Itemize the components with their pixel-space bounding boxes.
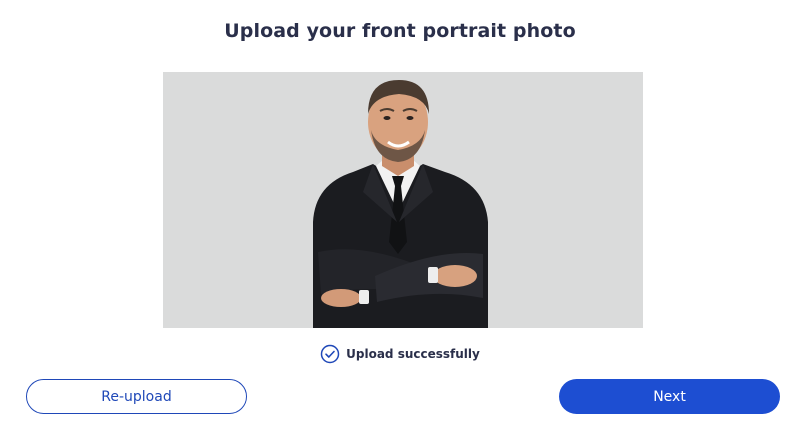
upload-status-text: Upload successfully (346, 347, 480, 361)
uploaded-photo-preview (163, 72, 643, 328)
next-button-label: Next (653, 388, 686, 405)
check-circle-icon (320, 344, 340, 364)
reupload-button[interactable]: Re-upload (26, 379, 247, 414)
reupload-button-label: Re-upload (101, 388, 172, 405)
next-button[interactable]: Next (559, 379, 780, 414)
upload-portrait-screen: Upload your front portrait photo Upload … (0, 0, 800, 434)
page-title: Upload your front portrait photo (224, 20, 576, 42)
portrait-image (163, 72, 643, 328)
upload-status: Upload successfully (0, 344, 800, 364)
